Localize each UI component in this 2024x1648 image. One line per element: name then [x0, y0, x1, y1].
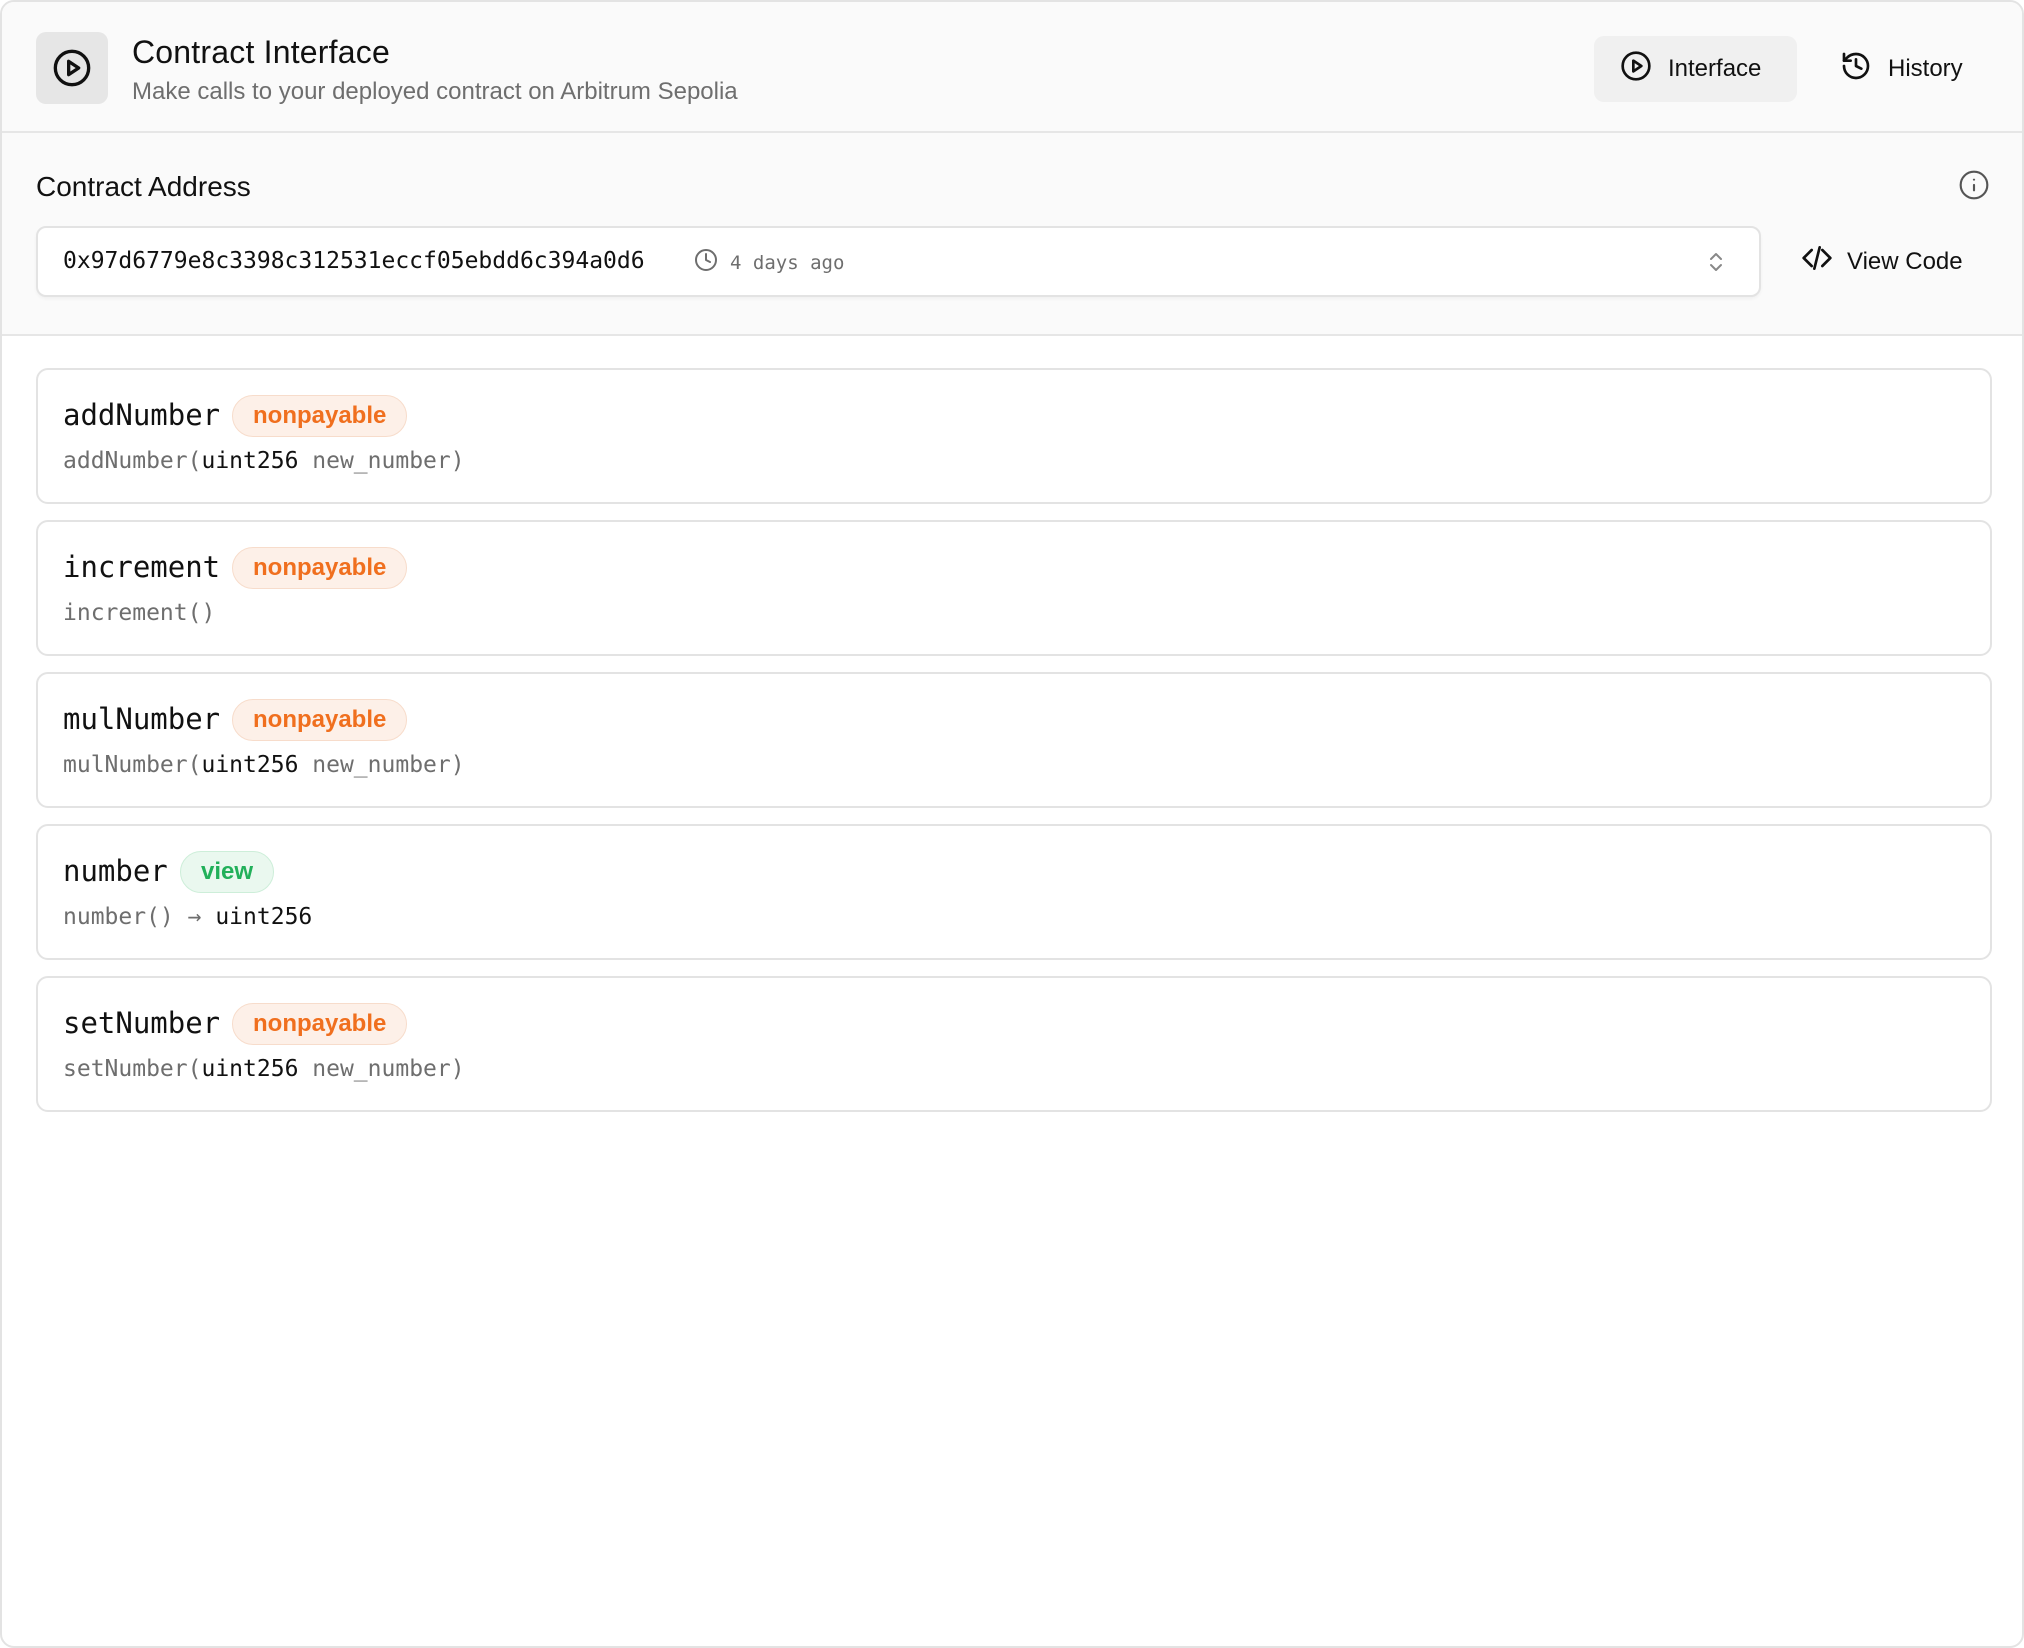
page-subtitle: Make calls to your deployed contract on … [132, 78, 738, 105]
mutability-badge: nonpayable [232, 395, 408, 437]
contract-address-section: Contract Address 0x97d6779e8c3398c312531… [2, 133, 2022, 336]
deployed-time-label: 4 days ago [730, 251, 845, 274]
code-icon [1801, 242, 1833, 281]
function-signature: number() → uint256 [63, 904, 313, 930]
function-name: number [63, 854, 168, 888]
view-code-label: View Code [1847, 247, 1963, 275]
function-card-mulNumber[interactable]: mulNumber nonpayable mulNumber(uint256 n… [36, 672, 1992, 808]
play-circle-icon [36, 32, 108, 104]
contract-address-label: Contract Address [36, 171, 251, 202]
function-card-increment[interactable]: increment nonpayable increment() [36, 520, 1992, 656]
contract-address-select[interactable]: 0x97d6779e8c3398c312531eccf05ebdd6c394a0… [36, 226, 1761, 297]
function-name: setNumber [63, 1006, 221, 1040]
header: Contract Interface Make calls to your de… [2, 2, 2022, 133]
info-icon[interactable] [1958, 169, 1990, 201]
function-card-number[interactable]: number view number() → uint256 [36, 824, 1992, 960]
mutability-badge: view [180, 851, 275, 893]
tab-interface-label: Interface [1668, 55, 1762, 82]
clock-icon [694, 248, 718, 277]
function-list: addNumber nonpayable addNumber(uint256 n… [36, 368, 1992, 1128]
function-signature: addNumber(uint256 new_number) [63, 448, 465, 474]
history-icon [1840, 50, 1872, 89]
function-card-setNumber[interactable]: setNumber nonpayable setNumber(uint256 n… [36, 976, 1992, 1112]
function-name: mulNumber [63, 702, 221, 736]
play-circle-icon [1620, 50, 1652, 89]
page-title: Contract Interface [132, 34, 390, 70]
tab-interface[interactable]: Interface [1594, 36, 1797, 102]
tab-history-label: History [1888, 55, 1963, 82]
function-name: increment [63, 550, 221, 584]
function-signature: setNumber(uint256 new_number) [63, 1056, 465, 1082]
function-card-addNumber[interactable]: addNumber nonpayable addNumber(uint256 n… [36, 368, 1992, 504]
tab-history[interactable]: History [1814, 36, 1994, 102]
view-code-button[interactable]: View Code [1797, 226, 1983, 297]
function-name: addNumber [63, 398, 221, 432]
chevrons-up-down-icon [1709, 250, 1723, 274]
function-signature: increment() [63, 600, 216, 626]
contract-address-value: 0x97d6779e8c3398c312531eccf05ebdd6c394a0… [63, 248, 645, 274]
mutability-badge: nonpayable [232, 699, 408, 741]
app-window: Contract Interface Make calls to your de… [0, 0, 2024, 1648]
deployed-time: 4 days ago [694, 248, 844, 277]
mutability-badge: nonpayable [232, 547, 408, 589]
mutability-badge: nonpayable [232, 1003, 408, 1045]
function-signature: mulNumber(uint256 new_number) [63, 752, 465, 778]
